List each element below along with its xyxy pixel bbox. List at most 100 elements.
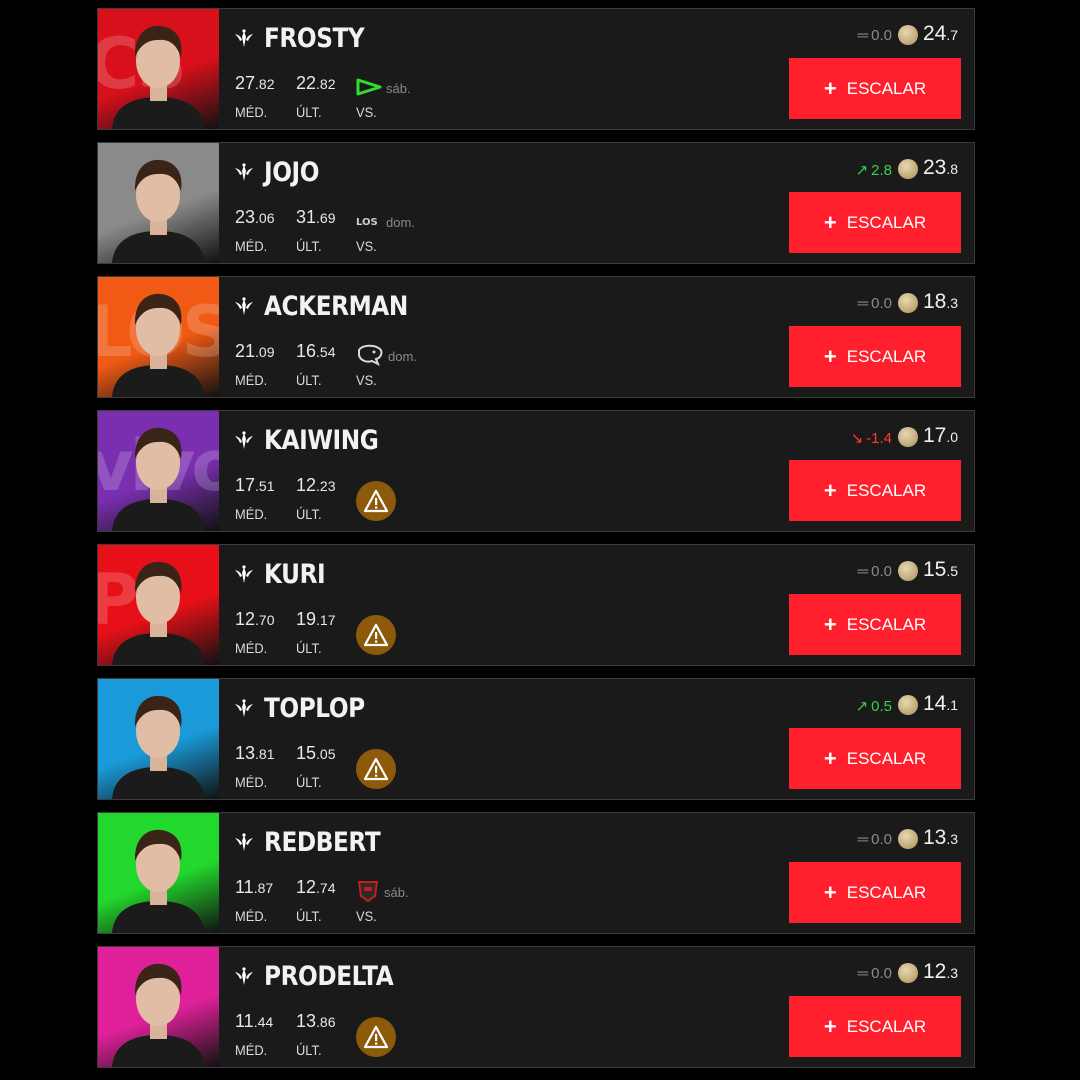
vs-label: VS. <box>356 238 377 254</box>
player-card-prodelta[interactable]: PRODELTA 11.44 13.86 MÉD. ÚLT. ═ 0.0 12.3… <box>97 946 975 1068</box>
player-card-jojo[interactable]: JOJO 23.06 31.69 MÉD. ÚLT. LOS dom. VS. ↗… <box>97 142 975 264</box>
svg-text:LOS: LOS <box>356 217 378 227</box>
trend-icon: ═ <box>857 27 869 44</box>
vs-label: VS. <box>356 908 377 924</box>
player-price: 24.7 <box>922 22 958 45</box>
escalar-button[interactable]: + ESCALAR <box>789 58 961 119</box>
average-value: 12.70 <box>235 609 275 629</box>
last-label: ÚLT. <box>296 640 322 656</box>
player-price: 17.0 <box>922 424 958 447</box>
escalar-button[interactable]: + ESCALAR <box>789 728 961 789</box>
price-change: ↘ -1.4 <box>850 429 892 448</box>
trend-icon: ↗ <box>855 698 869 715</box>
warning-icon[interactable] <box>356 481 396 521</box>
player-price: 23.8 <box>922 156 958 179</box>
trend-icon: ↗ <box>855 162 869 179</box>
player-name: TOPLOP <box>264 693 365 724</box>
plus-icon: + <box>823 879 837 905</box>
trend-icon: ↘ <box>850 430 864 447</box>
price-change: ═ 0.0 <box>857 831 893 848</box>
player-photo <box>98 679 219 799</box>
coin-icon <box>898 25 918 45</box>
player-photo <box>98 813 219 933</box>
role-icon <box>235 297 253 315</box>
escalar-button[interactable]: + ESCALAR <box>789 594 961 655</box>
player-photo: vivo <box>98 411 219 531</box>
coin-icon <box>898 293 918 313</box>
escalar-button[interactable]: + ESCALAR <box>789 862 961 923</box>
coin-icon <box>898 829 918 849</box>
last-value: 15.05 <box>296 743 336 763</box>
escalar-button[interactable]: + ESCALAR <box>789 192 961 253</box>
average-value: 21.09 <box>235 341 275 361</box>
average-label: MÉD. <box>235 1042 268 1058</box>
trend-icon: ═ <box>857 831 869 848</box>
last-label: ÚLT. <box>296 908 322 924</box>
price-change: ═ 0.0 <box>857 965 893 982</box>
average-label: MÉD. <box>235 640 268 656</box>
player-photo: CS <box>98 9 219 129</box>
opponent: dom. <box>356 344 417 367</box>
warning-icon[interactable] <box>356 749 396 789</box>
vs-label: VS. <box>356 372 377 388</box>
last-value: 12.23 <box>296 475 336 495</box>
coin-icon <box>898 159 918 179</box>
player-name: JOJO <box>264 157 320 188</box>
player-card-ackerman[interactable]: LOS ACKERMAN 21.09 16.54 MÉD. ÚLT. dom. … <box>97 276 975 398</box>
player-photo: LOS <box>98 277 219 397</box>
opponent-day: dom. <box>388 348 417 364</box>
player-name: KAIWING <box>264 425 379 456</box>
player-card-redbert[interactable]: REDBERT 11.87 12.74 MÉD. ÚLT. sáb. VS. ═… <box>97 812 975 934</box>
role-icon <box>235 967 253 985</box>
plus-icon: + <box>823 75 837 101</box>
los-logo-icon: LOS <box>356 215 382 230</box>
last-value: 12.74 <box>296 877 336 897</box>
escalar-button[interactable]: + ESCALAR <box>789 996 961 1057</box>
player-avatar <box>112 695 205 799</box>
player-avatar <box>112 25 205 129</box>
average-value: 11.87 <box>235 877 274 897</box>
warning-icon[interactable] <box>356 615 396 655</box>
trend-icon: ═ <box>857 563 869 580</box>
opponent: sáb. <box>356 880 409 903</box>
plus-icon: + <box>823 611 837 637</box>
coin-icon <box>898 695 918 715</box>
player-price: 12.3 <box>922 960 958 983</box>
average-value: 13.81 <box>235 743 275 763</box>
price-change: ═ 0.0 <box>857 295 893 312</box>
plus-icon: + <box>823 209 837 235</box>
plus-icon: + <box>823 343 837 369</box>
last-label: ÚLT. <box>296 104 322 120</box>
last-label: ÚLT. <box>296 506 322 522</box>
last-value: 16.54 <box>296 341 336 361</box>
role-icon <box>235 833 253 851</box>
player-card-kuri[interactable]: P KURI 12.70 19.17 MÉD. ÚLT. ═ 0.0 15.5 … <box>97 544 975 666</box>
role-icon <box>235 431 253 449</box>
role-icon <box>235 29 253 47</box>
player-avatar <box>112 829 205 933</box>
vs-label: VS. <box>356 104 377 120</box>
green-arrow-logo-icon <box>356 78 382 99</box>
player-name: ACKERMAN <box>264 291 408 322</box>
escalar-button[interactable]: + ESCALAR <box>789 326 961 387</box>
price-change: ↗ 2.8 <box>855 161 892 180</box>
average-label: MÉD. <box>235 774 268 790</box>
player-card-frosty[interactable]: CS FROSTY 27.82 22.82 MÉD. ÚLT. sáb. VS.… <box>97 8 975 130</box>
last-value: 31.69 <box>296 207 336 227</box>
player-price: 14.1 <box>922 692 958 715</box>
role-icon <box>235 699 253 717</box>
coin-icon <box>898 963 918 983</box>
last-label: ÚLT. <box>296 238 322 254</box>
opponent-day: sáb. <box>386 80 411 96</box>
coin-icon <box>898 561 918 581</box>
player-card-kaiwing[interactable]: vivo KAIWING 17.51 12.23 MÉD. ÚLT. <box>97 410 975 532</box>
last-value: 19.17 <box>296 609 336 629</box>
average-value: 23.06 <box>235 207 275 227</box>
warning-icon[interactable] <box>356 1017 396 1057</box>
plus-icon: + <box>823 1013 837 1039</box>
player-card-toplop[interactable]: TOPLOP 13.81 15.05 MÉD. ÚLT. ↗ 0.5 14.1 +… <box>97 678 975 800</box>
player-avatar <box>112 159 205 263</box>
escalar-button[interactable]: + ESCALAR <box>789 460 961 521</box>
last-label: ÚLT. <box>296 1042 322 1058</box>
price-change: ═ 0.0 <box>857 27 893 44</box>
